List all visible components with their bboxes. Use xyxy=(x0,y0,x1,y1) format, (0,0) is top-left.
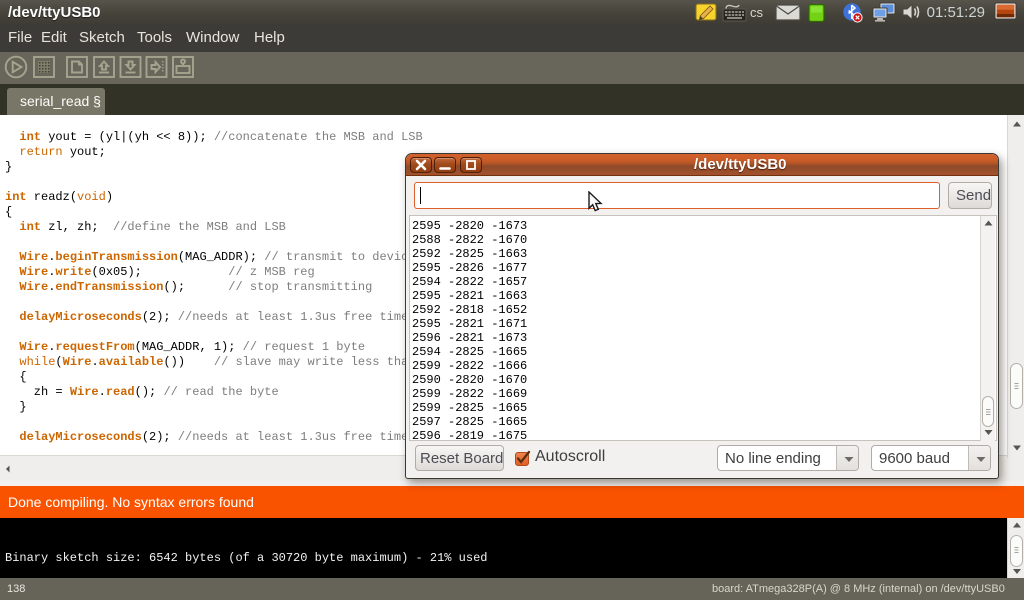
svg-text:cs: cs xyxy=(750,5,764,20)
